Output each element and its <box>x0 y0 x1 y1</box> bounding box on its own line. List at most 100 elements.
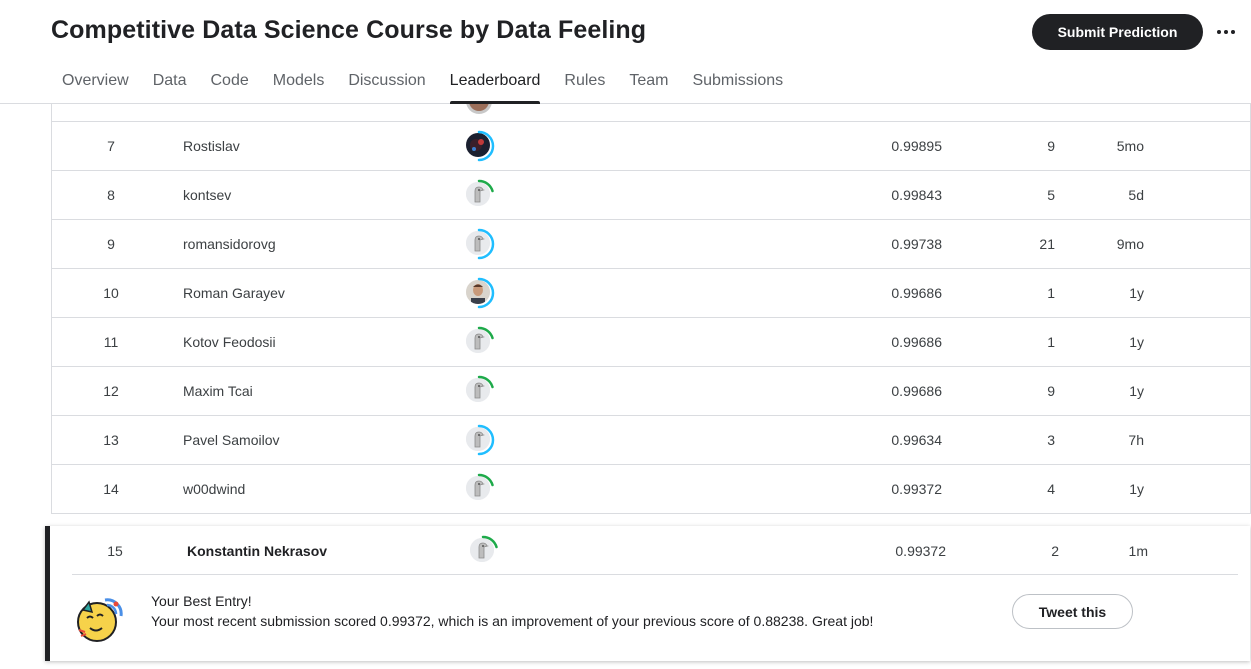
team-name[interactable]: w00dwind <box>183 465 245 513</box>
table-row[interactable]: 11 Kotov Feodosii 0.99686 1 1y <box>52 318 1250 367</box>
avatar[interactable] <box>463 130 495 162</box>
avatar[interactable] <box>463 179 495 211</box>
team-name[interactable]: romansidorovg <box>183 220 276 268</box>
last-submission-cell: 5d <box>1128 187 1144 203</box>
tab-code[interactable]: Code <box>210 64 248 104</box>
table-row[interactable]: 7 Rostislav 0.99895 9 5mo <box>52 122 1250 171</box>
entries-cell: 1 <box>1047 285 1055 301</box>
last-submission-cell: 9mo <box>1116 236 1144 252</box>
avatar-cell[interactable] <box>463 416 495 464</box>
avatar-cell[interactable] <box>467 526 499 575</box>
avatar[interactable] <box>463 228 495 260</box>
best-entry-message: Your most recent submission scored 0.993… <box>151 613 874 629</box>
tier-ring-icon <box>477 473 494 487</box>
rank-cell: 8 <box>107 187 115 203</box>
last-submission-cell: 1y <box>1129 383 1144 399</box>
avatar[interactable] <box>463 473 495 505</box>
tab-team[interactable]: Team <box>629 64 668 104</box>
submit-prediction-button[interactable]: Submit Prediction <box>1032 14 1203 50</box>
tab-data[interactable]: Data <box>153 64 187 104</box>
rank-cell: 13 <box>103 432 119 448</box>
table-row[interactable]: 12 Maxim Tcai 0.99686 9 1y <box>52 367 1250 416</box>
rank-cell: 14 <box>103 481 119 497</box>
my-entry-row[interactable]: 15 Konstantin Nekrasov 0.99372 2 1m <box>50 526 1250 575</box>
entries-cell: 21 <box>1039 236 1055 252</box>
table-row[interactable]: 10 Roman Garayev 0.99686 1 1y <box>52 269 1250 318</box>
score-cell: 0.99686 <box>891 334 942 350</box>
tier-ring-icon <box>477 179 494 193</box>
table-row[interactable]: 14 w00dwind 0.99372 4 1y <box>52 465 1250 514</box>
tweet-this-button[interactable]: Tweet this <box>1012 594 1133 629</box>
score-cell: 0.99686 <box>891 383 942 399</box>
tier-ring-icon <box>477 424 495 456</box>
score-cell: 0.99843 <box>891 187 942 203</box>
entries-cell: 1 <box>1047 334 1055 350</box>
tier-ring-icon <box>477 326 494 340</box>
last-submission-cell: 5mo <box>1116 138 1144 154</box>
tab-overview[interactable]: Overview <box>62 64 129 104</box>
best-entry-panel: 15 Konstantin Nekrasov 0.99372 2 1m Your Bes… <box>45 526 1250 661</box>
score-cell: 0.99634 <box>891 432 942 448</box>
team-name[interactable]: Pavel Samoilov <box>183 416 280 464</box>
avatar-cell[interactable] <box>463 220 495 268</box>
score-cell: 0.99738 <box>891 236 942 252</box>
team-name[interactable]: Konstantin Nekrasov <box>187 526 327 575</box>
tab-rules[interactable]: Rules <box>564 64 605 104</box>
team-name[interactable]: Roman Garayev <box>183 269 285 317</box>
tier-ring-icon <box>477 277 495 309</box>
avatar[interactable] <box>463 277 495 309</box>
competition-tabs: Overview Data Code Models Discussion Leaderbo… <box>62 64 807 104</box>
best-entry-title: Your Best Entry! <box>151 593 252 609</box>
last-submission-cell: 1y <box>1129 334 1144 350</box>
entries-cell: 4 <box>1047 481 1055 497</box>
avatar[interactable] <box>463 424 495 456</box>
rank-cell: 9 <box>107 236 115 252</box>
tab-discussion[interactable]: Discussion <box>348 64 425 104</box>
last-submission-cell: 1y <box>1129 481 1144 497</box>
competition-header: Competitive Data Science Course by Data … <box>0 0 1251 104</box>
avatar[interactable] <box>463 326 495 358</box>
avatar[interactable] <box>463 104 495 121</box>
tab-leaderboard[interactable]: Leaderboard <box>449 64 540 104</box>
leaderboard-table: 7 Rostislav 0.99895 9 5mo 8 kontsev 0.99843 5 5d 9… <box>51 104 1251 514</box>
team-name[interactable]: Kotov Feodosii <box>183 318 276 366</box>
rank-cell: 12 <box>103 383 119 399</box>
tier-ring-icon <box>477 228 495 260</box>
avatar-cell[interactable] <box>463 122 495 170</box>
tier-ring-icon <box>477 130 495 162</box>
table-row-partial <box>52 104 1250 122</box>
tab-submissions[interactable]: Submissions <box>692 64 783 104</box>
score-cell: 0.99372 <box>895 542 946 559</box>
avatar-partial-icon <box>466 104 492 114</box>
more-options-icon[interactable] <box>1211 20 1241 44</box>
rank-cell: 11 <box>103 334 119 350</box>
avatar[interactable] <box>463 375 495 407</box>
divider <box>72 574 1238 575</box>
entries-cell: 2 <box>1051 542 1059 559</box>
last-submission-cell: 1m <box>1128 542 1148 559</box>
avatar-cell[interactable] <box>463 269 495 317</box>
score-cell: 0.99895 <box>891 138 942 154</box>
avatar-cell[interactable] <box>463 465 495 513</box>
page-title: Competitive Data Science Course by Data … <box>51 16 647 44</box>
table-row[interactable]: 9 romansidorovg 0.99738 21 9mo <box>52 220 1250 269</box>
entries-cell: 3 <box>1047 432 1055 448</box>
team-name[interactable]: kontsev <box>183 171 231 219</box>
avatar-cell[interactable] <box>463 318 495 366</box>
team-name[interactable]: Rostislav <box>183 122 240 170</box>
entries-cell: 9 <box>1047 138 1055 154</box>
score-cell: 0.99686 <box>891 285 942 301</box>
party-face-icon <box>75 596 123 644</box>
table-row[interactable]: 8 kontsev 0.99843 5 5d <box>52 171 1250 220</box>
score-cell: 0.99372 <box>891 481 942 497</box>
table-row[interactable]: 13 Pavel Samoilov 0.99634 3 7h <box>52 416 1250 465</box>
avatar[interactable] <box>467 535 499 567</box>
rank-cell: 7 <box>107 138 115 154</box>
last-submission-cell: 1y <box>1129 285 1144 301</box>
team-name[interactable]: Maxim Tcai <box>183 367 253 415</box>
rank-cell: 15 <box>107 542 123 559</box>
tab-models[interactable]: Models <box>273 64 325 104</box>
entries-cell: 5 <box>1047 187 1055 203</box>
avatar-cell[interactable] <box>463 171 495 219</box>
avatar-cell[interactable] <box>463 367 495 415</box>
